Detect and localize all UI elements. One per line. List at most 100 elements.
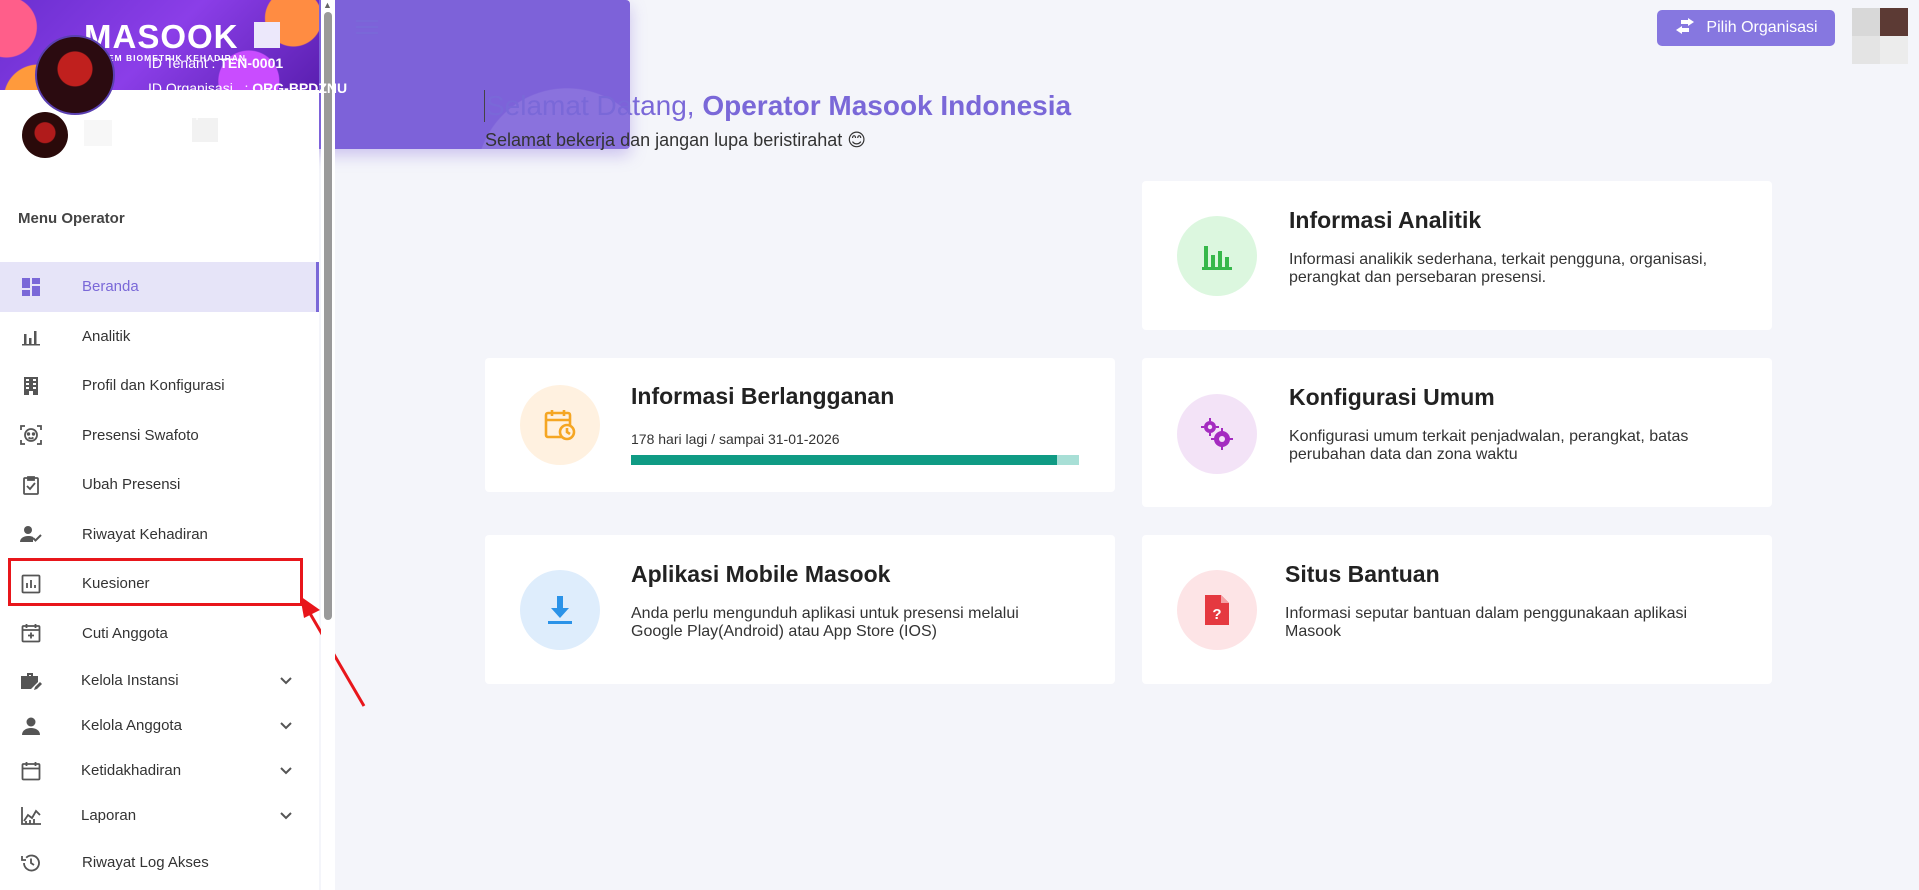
subscription-card[interactable]: Informasi Berlangganan 178 hari lagi / s… — [485, 358, 1115, 492]
dashboard-icon — [20, 276, 42, 298]
sidebar: MASOOK SISTEM BIOMETRIK KEHADIRAN Menu O… — [0, 0, 319, 890]
sidebar-item-profil[interactable]: Profil dan Konfigurasi — [0, 361, 319, 411]
building-icon — [20, 375, 42, 397]
card-description: Konfigurasi umum terkait penjadwalan, pe… — [1289, 428, 1689, 463]
greeting-name: Operator Masook Indonesia — [702, 90, 1072, 121]
swap-icon — [1674, 17, 1696, 40]
card-title: Aplikasi Mobile Masook — [631, 561, 891, 587]
help-card[interactable]: ? Situs Bantuan Informasi seputar bantua… — [1142, 535, 1772, 684]
org-id-value: ORG-BPDZNU — [252, 80, 348, 96]
tenant-id-value: TEN-0001 — [219, 55, 284, 71]
sidebar-item-label: Ketidakhadiran — [81, 762, 182, 779]
user-profile[interactable] — [22, 112, 218, 160]
mobile-app-card[interactable]: Aplikasi Mobile Masook Anda perlu mengun… — [485, 535, 1115, 684]
sidebar-item-label: Laporan — [81, 807, 137, 824]
page-title: Selamat Datang, Operator Masook Indonesi… — [484, 90, 1071, 122]
subscription-icon-circle — [520, 385, 600, 465]
sidebar-item-label: Kelola Instansi — [81, 672, 179, 689]
help-icon-circle: ? — [1177, 570, 1257, 650]
sidebar-item-beranda[interactable]: Beranda — [0, 262, 319, 312]
card-description: Anda perlu mengunduh aplikasi untuk pres… — [631, 605, 1019, 640]
gears-icon — [1201, 418, 1233, 450]
card-description: Informasi analikik sederhana, terkait pe… — [1289, 251, 1708, 286]
analytics-card[interactable]: Informasi Analitik Informasi analikik se… — [1142, 181, 1772, 330]
sidebar-item-label: Beranda — [82, 278, 139, 296]
sidebar-item-label: Analitik — [82, 327, 131, 345]
subscription-progress-bar — [631, 455, 1079, 465]
highlight-box — [8, 558, 303, 606]
help-document-icon: ? — [1205, 595, 1229, 625]
sidebar-item-cuti-anggota[interactable]: Cuti Anggota — [0, 609, 319, 659]
operator-code-row: Kode Operator : YEG50R — [148, 104, 307, 120]
tenant-id-row: ID Tenant : TEN-0001 — [148, 55, 283, 71]
sidebar-item-label: Kelola Anggota — [81, 717, 182, 734]
chevron-down-icon[interactable] — [278, 762, 294, 782]
scrollbar-thumb[interactable] — [324, 12, 332, 620]
operator-code-label: Kode Operator : — [148, 104, 252, 120]
card-title: Informasi Berlangganan — [631, 383, 895, 409]
name-placeholder — [254, 22, 280, 48]
clipboard-check-icon — [20, 474, 42, 496]
subscription-remaining: 178 hari lagi / sampai 31-01-2026 — [631, 431, 840, 447]
download-icon — [548, 596, 572, 624]
sidebar-item-label: Profil dan Konfigurasi — [82, 377, 225, 395]
sidebar-item-label: Riwayat Kehadiran — [82, 525, 208, 543]
tenant-id-label: ID Tenant : — [148, 55, 220, 71]
svg-text:?: ? — [1212, 606, 1221, 623]
person-icon — [20, 715, 42, 737]
org-id-label: ID Organisasi : — [148, 80, 253, 96]
avatar — [35, 35, 115, 115]
operator-code-value: YEG50R — [251, 104, 307, 120]
sidebar-item-riwayat-kehadiran[interactable]: Riwayat Kehadiran — [0, 510, 319, 560]
trend-chart-icon — [20, 805, 42, 827]
sidebar-item-label: Ubah Presensi — [82, 476, 181, 494]
sidebar-item-label: Presensi Swafoto — [82, 426, 199, 444]
user-role-placeholder — [192, 118, 218, 142]
scroll-up-icon[interactable]: ▲ — [323, 0, 332, 10]
avatar[interactable] — [1852, 8, 1908, 64]
config-card[interactable]: Konfigurasi Umum Konfigurasi umum terkai… — [1142, 358, 1772, 507]
bar-chart-icon — [20, 325, 42, 347]
user-name-placeholder — [84, 120, 112, 146]
hamburger-icon — [356, 20, 378, 35]
config-icon-circle — [1177, 394, 1257, 474]
sidebar-item-label: Cuti Anggota — [82, 624, 168, 642]
greeting-prefix: Selamat Datang, — [486, 90, 703, 121]
card-title: Konfigurasi Umum — [1289, 384, 1495, 410]
history-icon — [20, 852, 42, 874]
sidebar-item-analitik[interactable]: Analitik — [0, 312, 319, 362]
face-scan-icon — [20, 424, 42, 446]
sidebar-item-kelola-instansi[interactable]: Kelola Instansi — [0, 658, 319, 703]
annotation-arrow-icon — [300, 596, 366, 707]
pilih-organisasi-button[interactable]: Pilih Organisasi — [1657, 10, 1835, 46]
person-check-icon — [20, 523, 42, 545]
calendar-clock-icon — [544, 410, 576, 441]
chevron-down-icon[interactable] — [278, 807, 294, 827]
hamburger-menu-button[interactable] — [356, 18, 378, 40]
mobile-icon-circle — [520, 570, 600, 650]
calendar-plus-icon — [20, 622, 42, 644]
sidebar-item-laporan[interactable]: Laporan — [0, 793, 319, 838]
briefcase-edit-icon — [20, 670, 42, 692]
calendar-icon — [20, 760, 42, 782]
subscription-progress-fill — [631, 455, 1057, 465]
card-title: Situs Bantuan — [1285, 561, 1440, 587]
org-id-row: ID Organisasi : ORG-BPDZNU — [148, 80, 347, 96]
analytics-icon-circle — [1177, 216, 1257, 296]
chevron-down-icon[interactable] — [278, 717, 294, 737]
sidebar-item-ubah-presensi[interactable]: Ubah Presensi — [0, 460, 319, 510]
bar-chart-icon — [1202, 246, 1232, 270]
sidebar-item-ketidakhadiran[interactable]: Ketidakhadiran — [0, 748, 319, 793]
card-description: Informasi seputar bantuan dalam pengguna… — [1285, 605, 1688, 640]
sidebar-item-presensi-swafoto[interactable]: Presensi Swafoto — [0, 411, 319, 461]
pilih-organisasi-label: Pilih Organisasi — [1706, 19, 1818, 36]
avatar[interactable] — [22, 112, 68, 158]
menu-title: Menu Operator — [18, 210, 125, 227]
sidebar-item-label: Riwayat Log Akses — [82, 854, 209, 872]
sidebar-item-kelola-anggota[interactable]: Kelola Anggota — [0, 703, 319, 748]
sidebar-scrollbar[interactable]: ▲ — [321, 0, 335, 890]
page-subtitle: Selamat bekerja dan jangan lupa beristir… — [485, 130, 866, 150]
chevron-down-icon[interactable] — [278, 672, 294, 692]
sidebar-item-riwayat-log-akses[interactable]: Riwayat Log Akses — [0, 838, 319, 888]
card-title: Informasi Analitik — [1289, 207, 1482, 233]
